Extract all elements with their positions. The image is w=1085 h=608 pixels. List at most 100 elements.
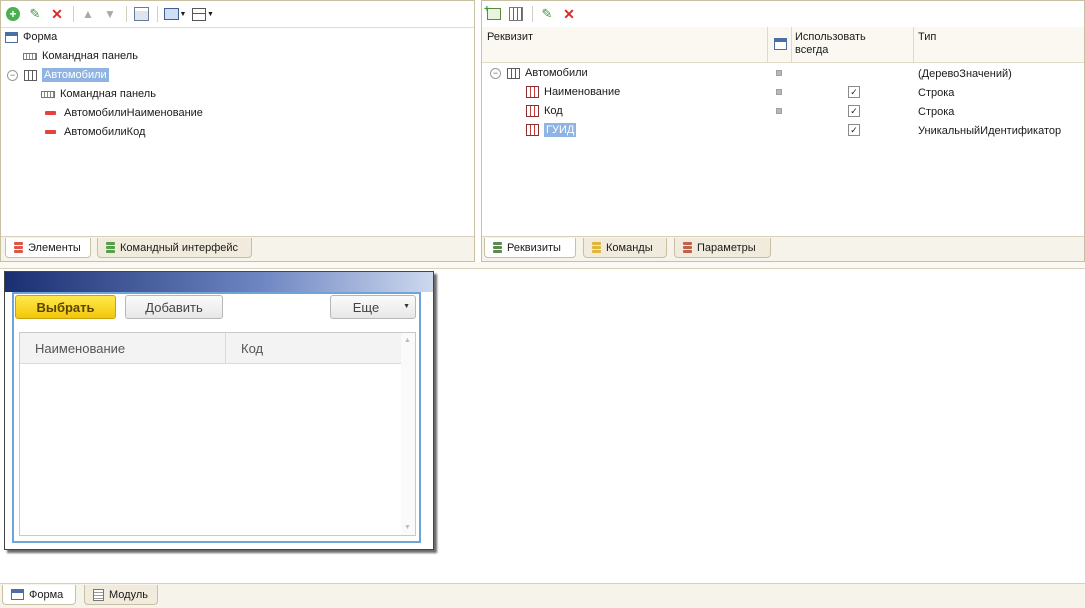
tab-commands[interactable]: Команды [583,238,667,258]
use-always-line1: Использовать [795,31,866,43]
tab-label: Модуль [109,588,148,601]
use-always-checkbox[interactable]: ✓ [848,124,860,136]
attributes-panel: + ✎ ✕ Реквизит Использовать всегда Тип −… [481,0,1085,262]
commands-stack-icon [592,242,601,253]
move-down-icon[interactable]: ▼ [100,4,120,24]
form-preview-window: Выбрать Добавить Еще ▼ Наименование Код … [4,271,434,550]
select-button[interactable]: Выбрать [15,295,116,319]
edit-pencil-icon[interactable]: ✎ [25,4,45,24]
tab-label: Форма [29,588,64,601]
panel-splitter[interactable] [0,262,1085,269]
bottom-tabbar: Форма Модуль [0,583,1085,608]
tab-label: Команды [606,241,653,254]
elements-toolbar: + ✎ ✕ ▲ ▼ ▼ ▼ [1,1,474,28]
layout-dropdown-icon[interactable]: ▼ [190,4,216,24]
table-row[interactable]: Код [526,102,563,120]
use-marker-icon [776,108,782,114]
attributes-toolbar: + ✎ ✕ [482,1,1084,28]
tab-elements[interactable]: Элементы [5,238,91,258]
attribute-column-icon [526,86,539,98]
attribute-name: Автомобили [525,67,588,79]
add-icon[interactable]: + [3,4,23,24]
use-marker-icon [776,70,782,76]
attribute-name: Код [544,105,563,117]
tree-item-cars-code[interactable]: АвтомобилиКод [45,123,145,141]
tab-parameters[interactable]: Параметры [674,238,771,258]
tab-form[interactable]: Форма [2,585,76,605]
table-row[interactable]: − Автомобили [490,64,588,82]
tab-label: Командный интерфейс [120,241,239,254]
attribute-type: Строка [918,87,955,99]
cars-table[interactable]: Наименование Код ▲ ▼ [19,332,416,536]
tab-attributes[interactable]: Реквизиты [484,238,576,258]
tab-module[interactable]: Модуль [84,585,158,605]
table-settings-icon[interactable] [774,38,787,50]
edit-pencil-icon[interactable]: ✎ [537,4,557,24]
toolbar-separator [157,6,158,22]
column-header-use-always[interactable]: Использовать всегда [795,31,866,57]
command-panel-icon [23,52,37,60]
scroll-down-icon[interactable]: ▼ [404,524,411,531]
field-icon [45,111,56,115]
tab-command-interface[interactable]: Командный интерфейс [97,238,252,258]
use-always-checkbox[interactable]: ✓ [848,86,860,98]
delete-icon[interactable]: ✕ [47,4,67,24]
tab-label: Параметры [697,241,756,254]
tree-item-cars-command-panel[interactable]: Командная панель [41,85,156,103]
form-icon [11,589,24,600]
elements-panel: + ✎ ✕ ▲ ▼ ▼ ▼ Форма Командная панель − А… [0,0,475,262]
toolbar-separator [126,6,127,22]
table-row[interactable]: Наименование [526,83,620,101]
use-always-checkbox[interactable]: ✓ [848,105,860,117]
attribute-name: ГУИД [544,123,577,137]
collapse-icon[interactable]: − [490,67,501,79]
column-header-type[interactable]: Тип [918,31,936,43]
attribute-column-icon [526,124,539,136]
command-interface-stack-icon [106,242,115,253]
elements-tabbar: Элементы Командный интерфейс [1,236,474,261]
tab-label: Элементы [28,241,81,254]
column-header-attribute[interactable]: Реквизит [487,31,533,43]
tree-item-label: АвтомобилиКод [64,126,146,138]
form-preview-frame: Выбрать Добавить Еще ▼ Наименование Код … [12,292,421,543]
attribute-name: Наименование [544,86,621,98]
add-attribute-icon[interactable]: + [484,4,504,24]
tree-item-cars-name[interactable]: АвтомобилиНаименование [45,104,203,122]
table-row[interactable]: ГУИД [526,121,577,139]
use-marker-icon [776,89,782,95]
collapse-icon[interactable]: − [7,69,18,81]
add-button[interactable]: Добавить [125,295,223,319]
command-panel-icon [41,90,55,98]
parameters-stack-icon [683,242,692,253]
attribute-column-icon [526,105,539,117]
table-icon [24,69,37,81]
delete-icon[interactable]: ✕ [559,4,579,24]
scroll-up-icon[interactable]: ▲ [404,337,411,344]
elements-stack-icon [14,242,23,253]
properties-icon[interactable] [131,4,151,24]
chevron-down-icon: ▼ [403,303,410,310]
use-always-line2: всегда [795,44,829,56]
column-header-name[interactable]: Наименование [35,341,125,356]
column-separator [767,27,768,62]
column-header-code[interactable]: Код [241,341,263,356]
tree-item-label: Автомобили [42,68,109,82]
column-separator [913,27,914,62]
attribute-type: (ДеревоЗначений) [918,68,1012,80]
toolbar-separator [73,6,74,22]
tab-label: Реквизиты [507,241,561,254]
tree-item-cars[interactable]: − Автомобили [7,66,109,84]
scrollbar[interactable]: ▲ ▼ [401,333,415,535]
tree-item-form[interactable]: Форма [5,28,57,46]
form-preview-titlebar [5,272,433,292]
more-menu-button[interactable]: Еще ▼ [330,295,416,319]
attribute-type: УникальныйИдентификатор [918,125,1062,137]
form-icon [5,31,18,43]
move-up-icon[interactable]: ▲ [78,4,98,24]
tree-item-command-panel[interactable]: Командная панель [23,47,138,65]
monitor-dropdown-icon[interactable]: ▼ [162,4,188,24]
table-icon [507,67,520,79]
add-column-icon[interactable] [506,4,526,24]
module-icon [93,588,104,601]
tree-item-label: Форма [23,31,58,43]
